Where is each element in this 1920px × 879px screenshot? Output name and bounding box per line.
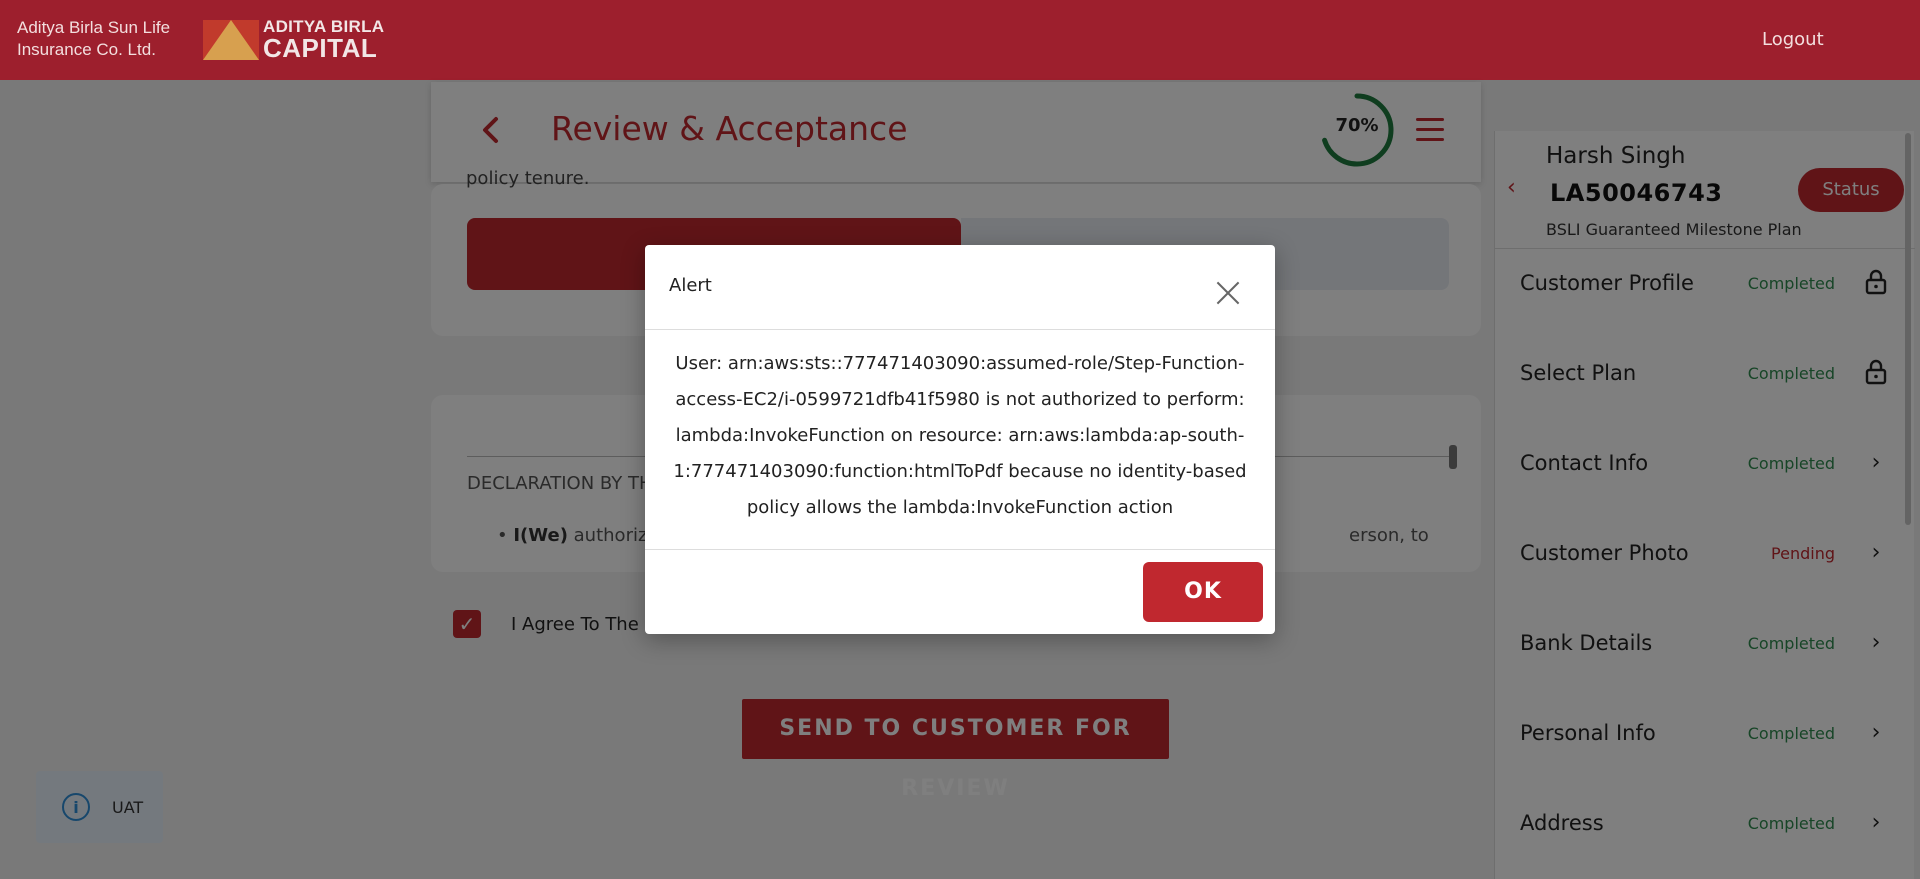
close-icon[interactable]: [1213, 278, 1243, 308]
alert-footer-divider: [645, 549, 1275, 550]
logo-mark-icon: [203, 19, 259, 60]
brand-line-2: Insurance Co. Ltd.: [17, 40, 156, 59]
aditya-birla-capital-logo: ADITYA BIRLA CAPITAL: [203, 18, 384, 61]
logout-link[interactable]: Logout: [1762, 29, 1824, 50]
alert-header: Alert: [645, 245, 1275, 330]
brand-name: Aditya Birla Sun Life Insurance Co. Ltd.: [17, 17, 170, 61]
brand-line-1: Aditya Birla Sun Life: [17, 18, 171, 37]
top-header: Aditya Birla Sun Life Insurance Co. Ltd.…: [0, 0, 1920, 80]
alert-message: User: arn:aws:sts::777471403090:assumed-…: [673, 353, 1247, 518]
ok-button[interactable]: OK: [1143, 562, 1263, 622]
alert-title: Alert: [669, 275, 712, 296]
logo-line-2: CAPITAL: [263, 33, 378, 63]
alert-dialog: Alert User: arn:aws:sts::777471403090:as…: [645, 245, 1275, 634]
